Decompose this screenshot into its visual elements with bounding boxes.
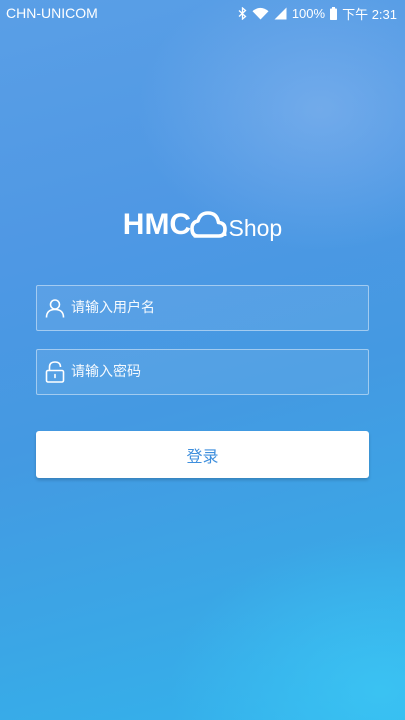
status-indicators: 100% 下午 2:31 <box>238 4 397 23</box>
password-input[interactable] <box>71 352 368 392</box>
username-input[interactable] <box>71 288 368 328</box>
password-field[interactable] <box>36 349 369 395</box>
app-logo: HMC .Shop <box>0 207 405 243</box>
logo-text-primary: HMC <box>122 208 192 241</box>
login-button[interactable]: 登录 <box>36 431 369 478</box>
battery-icon <box>330 6 338 20</box>
lock-icon <box>39 350 71 394</box>
carrier-label: CHN-UNICOM <box>6 5 98 21</box>
battery-percent: 100% <box>291 5 326 21</box>
username-field[interactable] <box>36 285 369 331</box>
wifi-icon <box>252 7 269 20</box>
bluetooth-icon <box>238 6 247 20</box>
signal-icon <box>274 7 287 20</box>
logo-text-suffix: .Shop <box>222 215 283 241</box>
user-icon <box>39 286 71 330</box>
clock: 下午 2:31 <box>342 6 397 22</box>
status-bar: CHN-UNICOM 100% 下午 2:31 <box>0 0 405 26</box>
